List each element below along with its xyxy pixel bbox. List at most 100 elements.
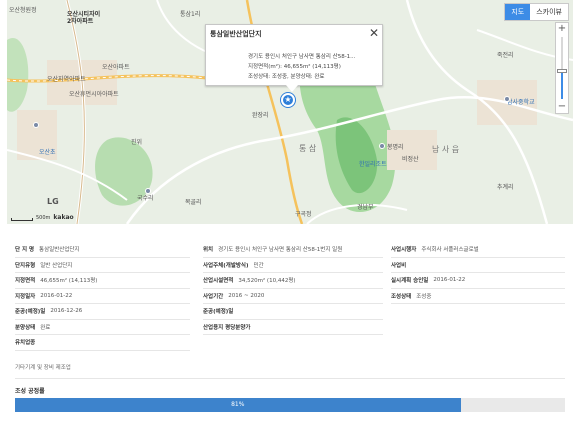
info-column-3: 사업시행자 주식회사 서플러스글로벌사업비실시계획 승인일 2016-01-22 조성… (391, 242, 565, 304)
map-label: 진위 (131, 139, 143, 146)
info-key: 실시계획 승인일 (391, 278, 429, 285)
info-key: 사업비 (391, 262, 407, 269)
popup-status: 조성상태: 조성중, 분양상태: 완료 (248, 74, 325, 80)
zoom-in-button[interactable]: + (556, 23, 568, 35)
equipment-text: 기타기계 및 장비 제조업 (15, 365, 71, 371)
info-value: 완료 (40, 324, 51, 331)
info-row: 사업비 (391, 258, 565, 273)
info-value: 주식회사 서플러스글로벌 (421, 247, 479, 254)
map-label: 오산휴먼시아아파트 (69, 91, 119, 98)
info-row: 산업용지 평당분양가 (203, 320, 383, 335)
poi-marker[interactable] (33, 122, 39, 128)
info-value: 2016-01-22 (433, 277, 466, 284)
map-label: 구곡정 (295, 211, 312, 218)
map-info-popup: 통삼일반산업단지 ✕ 경기도 용인시 처인구 남사면 통삼리 산58-1... … (205, 24, 383, 92)
map-label: 완장리 (252, 112, 269, 119)
info-row: 지정면적 46,655m² (14,113평) (15, 273, 190, 289)
map-label: 남사중학교 (507, 99, 535, 106)
map-view[interactable]: 오산청원정 오산시티자이 2차아파트 오산아파트 오산초 오산지역아파트 오산휴먼… (7, 0, 573, 224)
info-key: 단지유형 (15, 262, 36, 269)
close-icon[interactable]: ✕ (369, 26, 379, 40)
map-label: 국수리 (137, 195, 154, 202)
info-row: 위치 경기도 용인시 처인구 남사면 통삼리 산58-1번지 일원 (203, 242, 383, 258)
map-label: 남 사 읍 (432, 145, 460, 154)
map-label: 통 삼 (299, 144, 317, 153)
map-scale: 500m kakao (11, 214, 74, 221)
map-type-map-button[interactable]: 지도 (505, 4, 531, 20)
map-label: 통삼1리 (180, 11, 201, 18)
map-label: 죽전리 (497, 52, 514, 59)
info-row: 단지유형 일반 산업단지 (15, 258, 190, 273)
map-label: 목골리 (185, 199, 202, 206)
popup-area: 지정면적(m²): 46,655m² (14,113평) (248, 64, 341, 70)
info-column-1: 단 지 명 통삼일반산업단지단지유형 일반 산업단지지정면적 46,655m² (14… (15, 242, 190, 351)
info-key: 사업기간 (203, 293, 224, 300)
info-row: 단 지 명 통삼일반산업단지 (15, 242, 190, 258)
map-label: 오산청원정 (9, 7, 37, 14)
map-label: 추계리 (497, 184, 514, 191)
info-column-2: 위치 경기도 용인시 처인구 남사면 통삼리 산58-1번지 일원사업주체(개발방… (203, 242, 383, 335)
info-value: 2016 ~ 2020 (228, 292, 265, 299)
popup-address: 경기도 용인시 처인구 남사면 통삼리 산58-1... (248, 54, 356, 60)
info-key: 지정면적 (15, 278, 36, 285)
scale-bar (11, 218, 33, 221)
map-label: 오산시티자이 2차아파트 (67, 11, 101, 25)
info-key: 조성상태 (391, 293, 412, 300)
scale-label: 500m (36, 215, 51, 221)
info-key: 단 지 명 (15, 247, 35, 254)
info-key: 지정일자 (15, 293, 36, 300)
zoom-out-button[interactable]: − (556, 101, 568, 113)
map-label: 경남부 (357, 204, 374, 211)
info-key: 산업시설면적 (203, 278, 234, 285)
progress-label: 조성 공정률 (15, 388, 45, 395)
info-row: 지정일자 2016-01-22 (15, 289, 190, 304)
info-value: 일반 산업단지 (40, 262, 73, 269)
divider (15, 378, 565, 379)
info-value: 조성중 (416, 293, 432, 300)
map-label: 오산초 (39, 149, 56, 156)
popup-title: 통삼일반산업단지 (210, 30, 262, 38)
poi-marker[interactable] (379, 143, 385, 149)
info-key: 분양상태 (15, 324, 36, 331)
poi-marker[interactable] (145, 188, 151, 194)
info-key: 위치 (203, 247, 214, 254)
zoom-level-fill (561, 71, 563, 99)
info-key: 산업용지 평당분양가 (203, 324, 251, 331)
location-marker-icon[interactable]: ★ (281, 93, 295, 107)
info-row: 조성상태 조성중 (391, 289, 565, 304)
info-row: 준공(예정)일 2016-12-26 (15, 304, 190, 320)
info-key: 유치업종 (15, 340, 36, 347)
info-row: 유치업종 (15, 335, 190, 351)
construction-progress-bar: 81% (15, 398, 565, 412)
kakao-logo: kakao (53, 214, 74, 221)
info-key: 사업주체(개발방식) (203, 262, 249, 269)
info-row: 준공(예정)일 (203, 304, 383, 320)
info-row: 산업시설면적 34,520m² (10,442평) (203, 273, 383, 289)
map-type-skyview-button[interactable]: 스카이뷰 (530, 4, 568, 20)
map-type-toggle: 지도 스카이뷰 (504, 3, 569, 21)
info-key: 사업시행자 (391, 247, 417, 254)
map-label: 오산지역아파트 (47, 76, 86, 83)
poi-marker[interactable] (504, 96, 510, 102)
info-value: 34,520m² (10,442평) (238, 278, 296, 285)
info-value: 2016-01-22 (40, 292, 73, 299)
map-label: 비정산 (402, 156, 419, 163)
map-label: 한일리조트 (359, 161, 387, 168)
info-row: 사업주체(개발방식) 민간 (203, 258, 383, 273)
info-value: 통삼일반산업단지 (39, 247, 80, 254)
info-value: 2016-12-26 (50, 308, 83, 315)
map-label: LG (47, 197, 59, 206)
map-label: 봉명리 (387, 144, 404, 151)
info-key: 준공(예정)일 (203, 309, 234, 316)
info-value: 경기도 용인시 처인구 남사면 통삼리 산58-1번지 일원 (218, 247, 343, 254)
info-value: 민간 (253, 262, 264, 269)
map-label: 오산아파트 (102, 64, 130, 71)
info-key: 준공(예정)일 (15, 309, 46, 316)
info-row: 사업기간 2016 ~ 2020 (203, 289, 383, 304)
info-row: 분양상태 완료 (15, 320, 190, 335)
info-value: 46,655m² (14,113평) (40, 278, 98, 285)
zoom-control: + − (555, 22, 569, 114)
info-row: 실시계획 승인일 2016-01-22 (391, 273, 565, 289)
zoom-slider-handle[interactable] (557, 69, 567, 74)
progress-percent: 81% (231, 401, 245, 408)
